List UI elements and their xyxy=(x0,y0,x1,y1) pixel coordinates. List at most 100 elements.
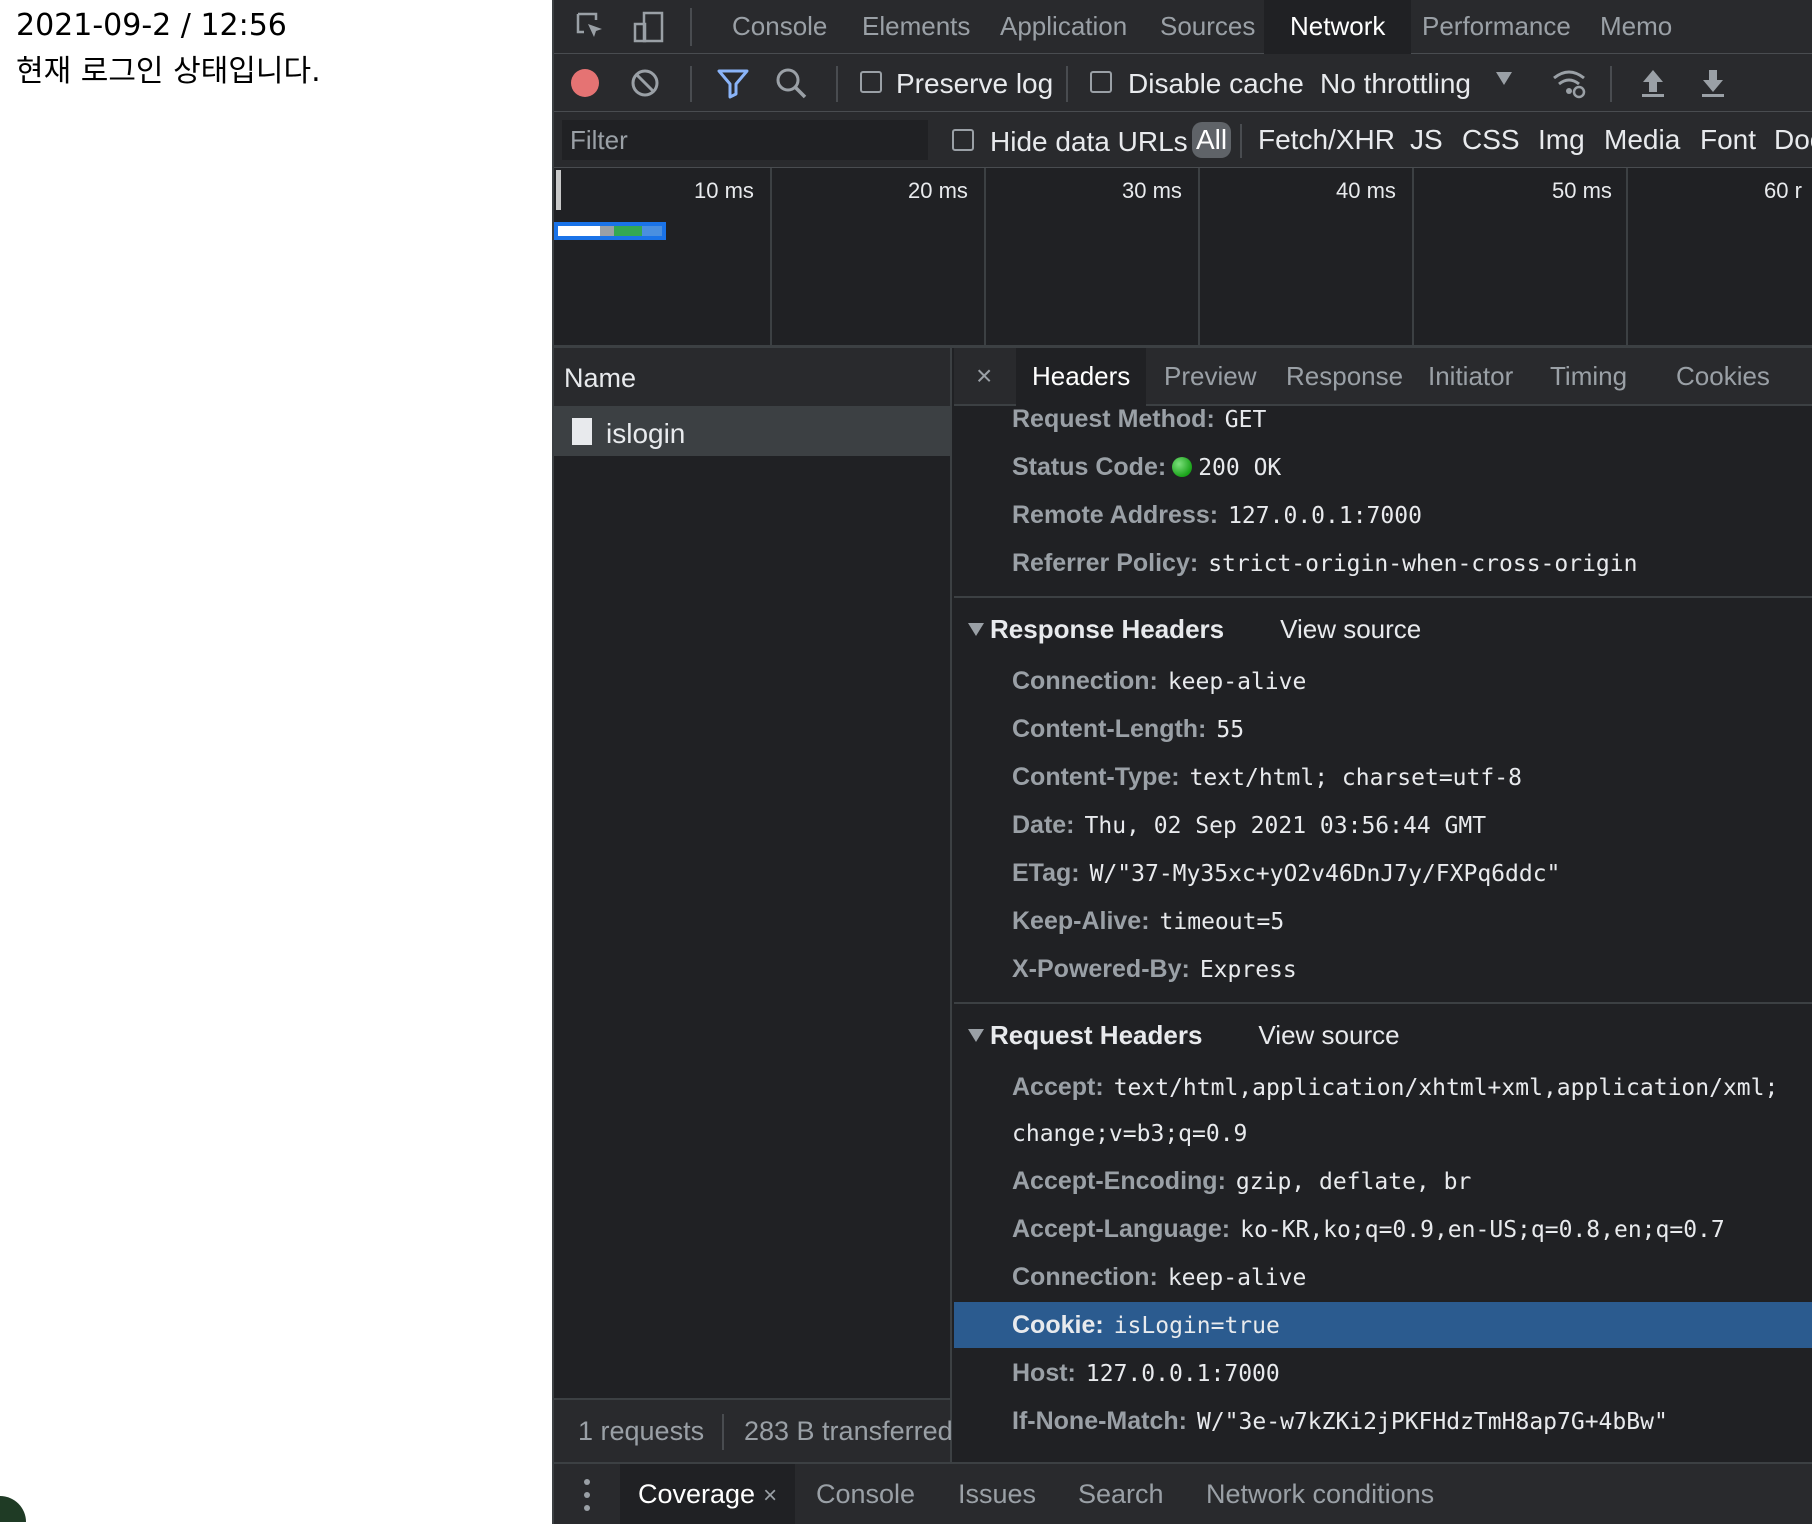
tab-elements[interactable]: Elements xyxy=(836,0,996,54)
filter-separator xyxy=(1240,124,1242,158)
timeline-range-handle[interactable] xyxy=(556,170,561,210)
triangle-down-icon xyxy=(968,1029,984,1042)
filter-type-all[interactable]: All xyxy=(1192,122,1232,158)
tab-application[interactable]: Application xyxy=(974,0,1153,54)
filter-type-media[interactable]: Media xyxy=(1604,122,1680,158)
header-value: W/"3e-w7kZKi2jPKFHdzTmH8ap7G+4bBw" xyxy=(1196,1409,1668,1435)
header-row-request-method: Request Method: GET xyxy=(954,396,1812,442)
export-har-icon[interactable] xyxy=(1696,66,1730,100)
record-icon[interactable] xyxy=(568,66,602,100)
name-column-header[interactable]: Name xyxy=(554,348,950,408)
page-datetime: 2021-09-2 / 12:56 xyxy=(16,8,287,43)
section-title: Response Headers xyxy=(990,614,1225,644)
disable-cache-checkbox[interactable] xyxy=(1090,71,1112,93)
header-key: Date: xyxy=(1012,811,1075,839)
header-row: X-Powered-By: Express xyxy=(954,946,1812,992)
status-ok-icon xyxy=(1172,457,1193,477)
header-key: Referrer Policy: xyxy=(1012,549,1199,577)
drawer-tab-coverage[interactable]: Coverage × xyxy=(620,1464,796,1524)
clear-icon[interactable] xyxy=(628,66,662,100)
drawer-tab-search[interactable]: Search xyxy=(1060,1464,1182,1524)
header-value: GET xyxy=(1224,407,1267,433)
filter-type-fetch-xhr[interactable]: Fetch/XHR xyxy=(1258,122,1395,158)
header-value: Express xyxy=(1199,957,1297,983)
close-icon[interactable]: × xyxy=(763,1482,777,1509)
drawer-tab-issues[interactable]: Issues xyxy=(940,1464,1054,1524)
status-separator xyxy=(722,1414,724,1450)
drawer-tab-console[interactable]: Console xyxy=(798,1464,933,1524)
import-har-icon[interactable] xyxy=(1636,66,1670,100)
header-row: Content-Length: 55 xyxy=(954,706,1812,752)
tab-performance[interactable]: Performance xyxy=(1396,0,1597,54)
filter-type-img[interactable]: Img xyxy=(1538,122,1585,158)
view-source-link[interactable]: View source xyxy=(1280,614,1421,644)
request-name: islogin xyxy=(606,418,686,449)
header-row: Connection: keep-alive xyxy=(954,1254,1812,1300)
header-row-cookie-highlighted: Cookie: isLogin=true xyxy=(954,1302,1812,1348)
filter-type-css[interactable]: CSS xyxy=(1462,122,1520,158)
toolbar-separator xyxy=(1610,66,1612,102)
throttling-select[interactable]: No throttling xyxy=(1320,68,1471,100)
search-icon[interactable] xyxy=(774,66,808,100)
header-value: 55 xyxy=(1216,717,1245,743)
request-row[interactable]: islogin xyxy=(554,408,950,456)
timeline-tick: 40 ms xyxy=(1336,178,1396,203)
timeline-tick: 50 ms xyxy=(1552,178,1612,203)
timeline-gridline xyxy=(1198,168,1200,348)
header-row-continuation: change;v=b3;q=0.9 xyxy=(954,1110,1812,1156)
filter-type-js[interactable]: JS xyxy=(1410,122,1443,158)
filter-type-font[interactable]: Font xyxy=(1700,122,1756,158)
timeline-tick: 20 ms xyxy=(908,178,968,203)
tab-console[interactable]: Console xyxy=(706,0,853,54)
header-key: Request Method: xyxy=(1012,405,1215,433)
filter-input[interactable] xyxy=(562,120,928,160)
timeline-gridline xyxy=(770,168,772,348)
header-key: Cookie: xyxy=(1012,1311,1104,1339)
header-key: If-None-Match: xyxy=(1012,1407,1187,1435)
header-row: Connection: keep-alive xyxy=(954,658,1812,704)
device-toolbar-icon[interactable] xyxy=(632,10,666,44)
response-headers-section[interactable]: Response Headers View source xyxy=(954,606,1812,652)
network-conditions-icon[interactable] xyxy=(1552,66,1586,100)
header-value: 127.0.0.1:7000 xyxy=(1228,503,1422,529)
filter-type-doc[interactable]: Doc xyxy=(1774,122,1812,158)
network-toolbar: Preserve log Disable cache No throttling xyxy=(554,54,1812,112)
header-value: keep-alive xyxy=(1167,669,1307,695)
request-detail-panel: × Headers Preview Response Initiator Tim… xyxy=(954,348,1812,1462)
web-page: 2021-09-2 / 12:56 현재 로그인 상태입니다. xyxy=(0,0,552,1524)
close-icon[interactable]: × xyxy=(976,360,992,392)
devtools-tabbar: Console Elements Application Sources Net… xyxy=(554,0,1812,54)
header-value: W/"37-My35xc+yO2v46DnJ7y/FXPq6ddc" xyxy=(1089,861,1561,887)
header-value: keep-alive xyxy=(1167,1265,1307,1291)
tab-sources[interactable]: Sources xyxy=(1134,0,1281,54)
window-corner xyxy=(0,1496,26,1522)
inspect-element-icon[interactable] xyxy=(574,10,608,44)
chevron-down-icon[interactable] xyxy=(1496,72,1512,85)
tab-network[interactable]: Network xyxy=(1264,0,1412,54)
header-key: Content-Length: xyxy=(1012,715,1207,743)
header-row-remote-address: Remote Address: 127.0.0.1:7000 xyxy=(954,492,1812,538)
section-separator xyxy=(954,1002,1812,1004)
view-source-link[interactable]: View source xyxy=(1258,1020,1399,1050)
tab-memory[interactable]: Memo xyxy=(1574,0,1698,54)
header-value: ko-KR,ko;q=0.9,en-US;q=0.8,en;q=0.7 xyxy=(1240,1217,1725,1243)
request-headers-section[interactable]: Request Headers View source xyxy=(954,1012,1812,1058)
header-key: Remote Address: xyxy=(1012,501,1219,529)
header-key: ETag: xyxy=(1012,859,1080,887)
header-key: Connection: xyxy=(1012,1263,1158,1291)
hide-data-urls-checkbox[interactable] xyxy=(952,129,974,151)
devtools-panel: Console Elements Application Sources Net… xyxy=(552,0,1812,1524)
timeline-overview[interactable]: 10 ms 20 ms 30 ms 40 ms 50 ms 60 r xyxy=(554,168,1812,348)
timeline-gridline xyxy=(984,168,986,348)
transferred-size: 283 B transferred xyxy=(744,1416,953,1446)
request-count: 1 requests xyxy=(578,1416,705,1446)
preserve-log-checkbox[interactable] xyxy=(860,71,882,93)
header-row-status-code: Status Code: 200 OK xyxy=(954,444,1812,490)
header-row: Accept-Language: ko-KR,ko;q=0.9,en-US;q=0… xyxy=(954,1206,1812,1252)
header-key: Keep-Alive: xyxy=(1012,907,1150,935)
document-icon xyxy=(572,418,592,445)
more-options-icon[interactable] xyxy=(584,1478,590,1512)
drawer-tab-network-conditions[interactable]: Network conditions xyxy=(1188,1464,1452,1524)
filter-icon[interactable] xyxy=(716,66,750,100)
header-value: text/html,application/xhtml+xml,applicat… xyxy=(1113,1075,1779,1101)
